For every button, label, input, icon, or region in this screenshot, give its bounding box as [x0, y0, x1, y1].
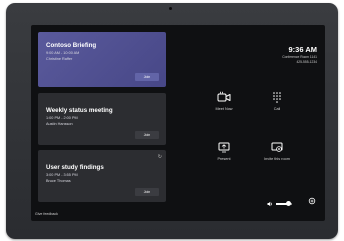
dialpad-icon [273, 92, 281, 103]
meeting-title: User study findings [46, 164, 104, 171]
camera-sensor [169, 7, 172, 10]
join-button[interactable]: Join [135, 188, 159, 196]
join-button[interactable]: Join [135, 73, 159, 81]
volume-icon [267, 201, 273, 207]
meeting-organizer: Christine Raffer [46, 56, 73, 61]
meeting-title: Weekly status meeting [46, 107, 113, 114]
meet-now-label: Meet Now [215, 107, 233, 111]
give-feedback-link[interactable]: Give feedback [35, 212, 58, 216]
video-camera-icon [217, 91, 231, 102]
touch-screen: Contoso Briefing 9:00 AM - 10:00 AM Chri… [31, 25, 325, 221]
meeting-card-contoso-briefing[interactable]: Contoso Briefing 9:00 AM - 10:00 AM Chri… [38, 32, 166, 87]
invite-room-label: Invite this room [264, 157, 290, 161]
meeting-card-user-study[interactable]: ↻ User study findings 3:00 PM - 3:55 PM … [38, 150, 166, 202]
settings-icon[interactable] [308, 197, 316, 205]
teams-room-device: Contoso Briefing 9:00 AM - 10:00 AM Chri… [6, 3, 338, 239]
recurring-icon: ↻ [157, 154, 162, 160]
meeting-time: 1:00 PM - 2:00 PM [46, 116, 78, 120]
meeting-card-weekly-status[interactable]: Weekly status meeting 1:00 PM - 2:00 PM … [38, 93, 166, 145]
invite-room-button[interactable]: Invite this room [255, 142, 299, 161]
current-time: 9:36 AM [288, 45, 317, 54]
room-info: 9:36 AM Conference Room 1141 425-555-123… [282, 45, 317, 64]
room-phone: 425-555-1234 [296, 59, 317, 64]
meet-now-button[interactable]: Meet Now [202, 91, 246, 111]
present-button[interactable]: Present [202, 142, 246, 161]
volume-control[interactable] [267, 201, 292, 207]
present-label: Present [217, 157, 231, 161]
join-button[interactable]: Join [135, 131, 159, 139]
meeting-title: Contoso Briefing [46, 42, 97, 49]
call-button[interactable]: Call [255, 91, 299, 111]
meeting-time: 3:00 PM - 3:55 PM [46, 173, 78, 177]
present-icon [218, 142, 230, 153]
meeting-time: 9:00 AM - 10:00 AM [46, 51, 80, 55]
meeting-organizer: Austin Hansson [46, 121, 73, 126]
meeting-organizer: Bruce Thomas [46, 178, 71, 183]
call-label: Call [273, 107, 281, 111]
volume-slider-thumb[interactable] [285, 201, 291, 207]
volume-slider[interactable] [276, 201, 292, 207]
invite-room-icon [271, 142, 283, 152]
room-name: Conference Room 1141 [282, 55, 317, 59]
